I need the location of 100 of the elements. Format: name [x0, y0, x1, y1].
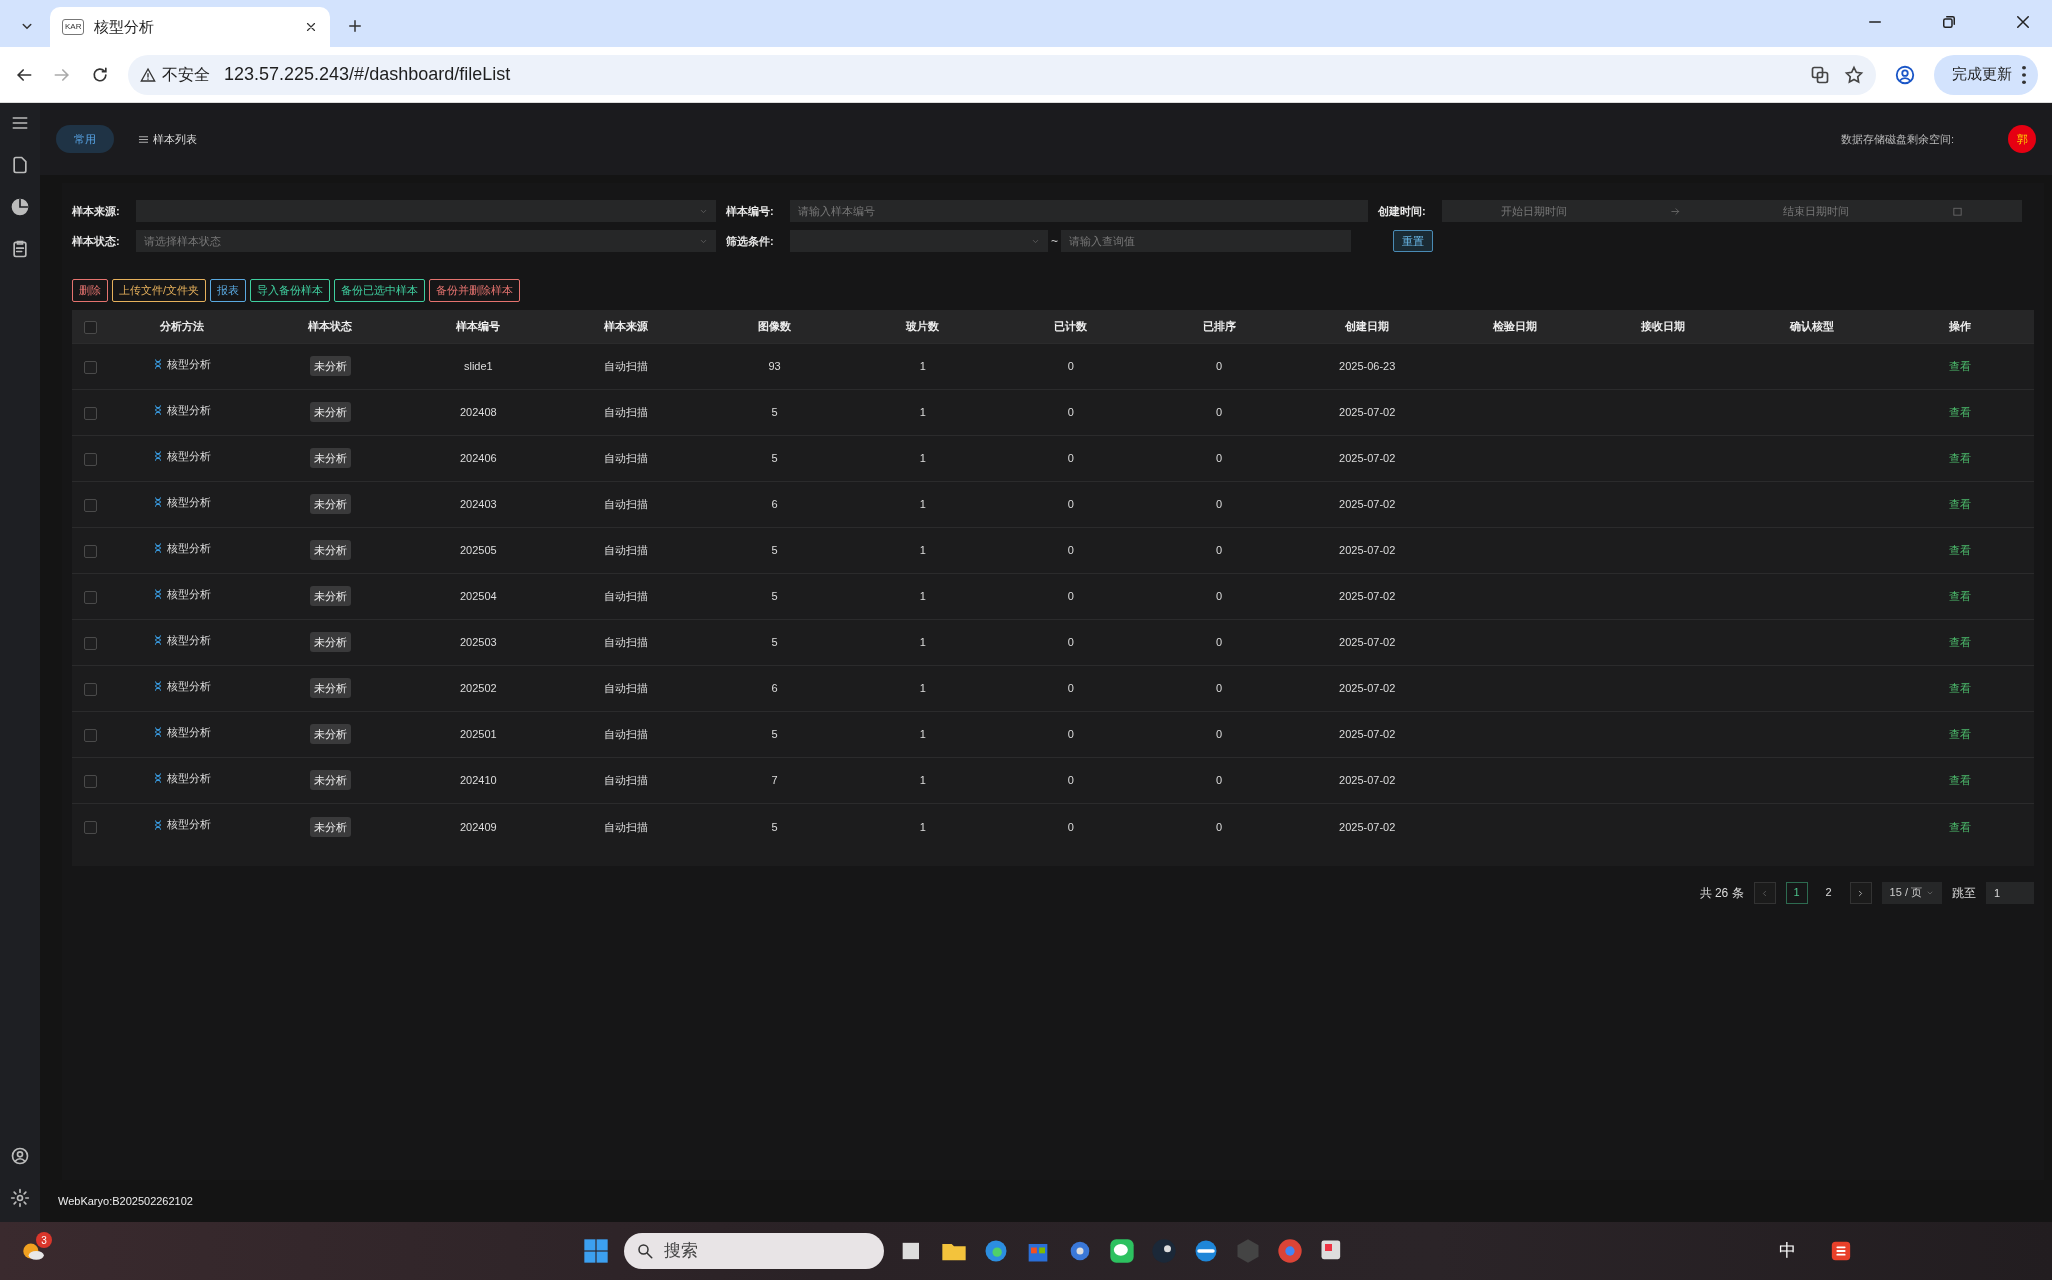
action-button[interactable]: 备份已选中样本 — [334, 279, 426, 302]
input-method-indicator[interactable]: 中 — [1779, 1238, 1796, 1264]
table-cell: 0 — [1067, 498, 1074, 511]
table-cell: 自动扫描 — [604, 406, 649, 419]
table-cell: 2025-06-23 — [1339, 360, 1396, 373]
sample-number-field[interactable]: 请输入样本编号 — [790, 200, 1368, 222]
close-icon[interactable] — [304, 20, 318, 34]
update-button[interactable]: 完成更新 — [1934, 54, 2038, 95]
status-tag: 未分析 — [309, 678, 351, 699]
more-icon — [2022, 65, 2026, 84]
table-cell: 自动扫描 — [604, 360, 649, 373]
action-button[interactable]: 删除 — [72, 279, 108, 302]
page-tab[interactable]: 常用 — [56, 124, 114, 154]
table-cell: 自动扫描 — [604, 820, 649, 833]
table-cell: 2025-07-02 — [1339, 544, 1396, 557]
row-checkbox[interactable] — [83, 590, 97, 604]
table-cell: 2025-07-02 — [1339, 590, 1396, 603]
page-size-select[interactable]: 15 / 页 — [1881, 881, 1942, 904]
row-checkbox[interactable] — [83, 636, 97, 650]
star-icon[interactable] — [1844, 64, 1864, 85]
table-cell: 0 — [1067, 728, 1074, 741]
status-tag: 未分析 — [309, 724, 351, 745]
clipboard-icon[interactable] — [10, 239, 30, 259]
action-button[interactable]: 报表 — [210, 279, 247, 302]
query-value-field[interactable]: 请输入查询值 — [1061, 230, 1351, 252]
security-indicator[interactable]: 不安全 — [140, 62, 210, 87]
page-button[interactable]: 2 — [1817, 881, 1840, 904]
column-header: 接收日期 — [1641, 320, 1686, 332]
action-button[interactable]: 导入备份样本 — [250, 279, 331, 302]
status-tag: 未分析 — [309, 494, 351, 515]
table-cell: 2025-07-02 — [1339, 498, 1396, 511]
status-tag: 未分析 — [309, 540, 351, 561]
table-cell: 0 — [1067, 636, 1074, 649]
file-icon[interactable] — [10, 155, 30, 175]
table-cell: 1 — [919, 636, 926, 649]
windows-start-icon[interactable] — [582, 1237, 610, 1265]
table-cell: 2025-07-02 — [1339, 820, 1396, 833]
row-checkbox[interactable] — [83, 821, 97, 835]
row-checkbox[interactable] — [83, 774, 97, 788]
translate-icon[interactable] — [1810, 64, 1830, 85]
select-all-checkbox[interactable] — [83, 320, 97, 334]
table-cell: 0 — [1216, 820, 1223, 833]
view-link[interactable]: 查看 — [1948, 360, 1971, 373]
view-link[interactable]: 查看 — [1948, 820, 1971, 833]
table-cell: 0 — [1216, 728, 1223, 741]
table-cell: 0 — [1216, 636, 1223, 649]
row-checkbox[interactable] — [83, 544, 97, 558]
table-cell: 0 — [1067, 820, 1074, 833]
settings-icon[interactable] — [10, 1188, 30, 1208]
row-checkbox[interactable] — [83, 360, 97, 374]
table-cell: 自动扫描 — [604, 728, 649, 741]
browser-tab[interactable]: KAR 核型分析 — [50, 7, 330, 47]
view-link[interactable]: 查看 — [1948, 406, 1971, 419]
table-cell: 202502 — [460, 682, 497, 695]
table-cell: 2025-07-02 — [1339, 728, 1396, 741]
table-cell: 202408 — [460, 406, 497, 419]
row-checkbox[interactable] — [83, 728, 97, 742]
restore-icon[interactable] — [1940, 13, 1958, 31]
table-cell: 202409 — [460, 820, 497, 833]
row-checkbox[interactable] — [83, 406, 97, 420]
app-tray-icon[interactable] — [1830, 1240, 1852, 1262]
page-button[interactable]: 1 — [1785, 881, 1808, 904]
table-cell: 202501 — [460, 728, 497, 741]
arrow-icon — [1669, 205, 1681, 217]
column-header: 图像数 — [758, 320, 792, 332]
action-button[interactable]: 上传文件/文件夹 — [112, 279, 207, 302]
view-link[interactable]: 查看 — [1948, 544, 1971, 557]
user-icon[interactable] — [10, 1146, 30, 1166]
chat-icon[interactable] — [1108, 1237, 1136, 1265]
table-cell: 自动扫描 — [604, 590, 649, 603]
view-link[interactable]: 查看 — [1948, 636, 1971, 649]
jump-field[interactable]: 1 — [1986, 881, 2034, 904]
range-separator: ~ — [1051, 233, 1058, 250]
table-cell: 0 — [1216, 544, 1223, 557]
new-tab-icon[interactable] — [346, 17, 364, 35]
list-icon — [138, 133, 149, 145]
row-checkbox[interactable] — [83, 498, 97, 512]
action-button[interactable]: 备份并删除样本 — [429, 279, 521, 302]
field-label: 筛选条件: — [726, 233, 775, 249]
pie-chart-icon[interactable] — [10, 197, 30, 217]
row-checkbox[interactable] — [83, 682, 97, 696]
table-cell: 0 — [1067, 544, 1074, 557]
view-link[interactable]: 查看 — [1948, 452, 1971, 465]
view-link[interactable]: 查看 — [1948, 590, 1971, 603]
row-checkbox[interactable] — [83, 452, 97, 466]
table-cell: 0 — [1216, 682, 1223, 695]
page-tab[interactable]: 样本列表 — [128, 125, 207, 153]
address-field[interactable]: 123.57.225.243/#/dashboard/fileList — [224, 61, 1796, 88]
view-link[interactable]: 查看 — [1948, 682, 1971, 695]
reset-button[interactable]: 重置 — [1393, 229, 1433, 253]
taskbar-search-field[interactable]: 搜索 — [624, 1233, 884, 1269]
user-avatar[interactable]: 郭 — [2008, 125, 2036, 153]
view-link[interactable]: 查看 — [1948, 774, 1971, 787]
view-link[interactable]: 查看 — [1948, 498, 1971, 511]
view-link[interactable]: 查看 — [1948, 728, 1971, 741]
table-cell: 5 — [771, 590, 778, 603]
profile-icon[interactable] — [1894, 63, 1916, 86]
close-icon[interactable] — [2014, 13, 2032, 31]
table-cell: 1 — [919, 820, 926, 833]
column-header: 玻片数 — [906, 320, 940, 332]
